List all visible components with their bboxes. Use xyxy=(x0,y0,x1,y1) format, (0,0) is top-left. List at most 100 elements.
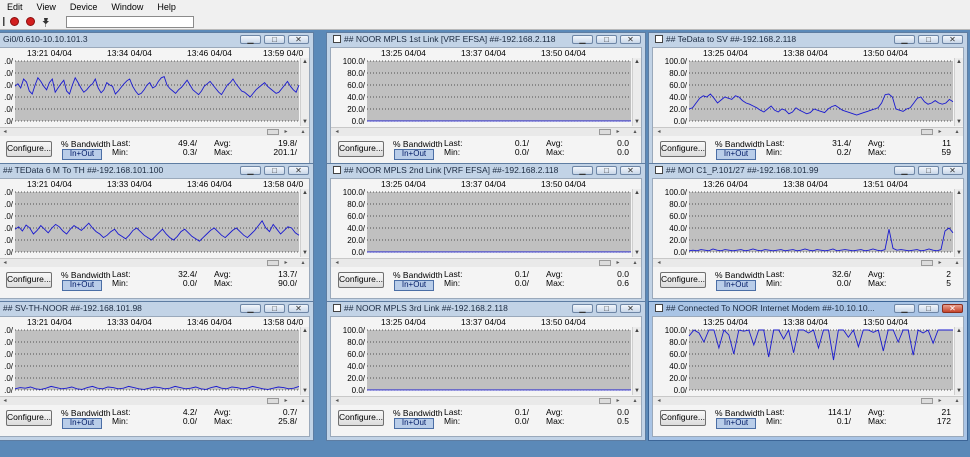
dot-red-icon[interactable] xyxy=(22,15,38,28)
minimize-button[interactable]: ▁ xyxy=(240,35,261,44)
title-bar[interactable]: ## NOOR MPLS 2nd Link [VRF EFSA] ##-192.… xyxy=(327,164,645,177)
scroll-up-icon[interactable]: ▴ xyxy=(953,397,961,405)
scroll-left-icon[interactable]: ◂ xyxy=(333,128,341,136)
scroll-thumb[interactable] xyxy=(267,398,279,404)
configure-button[interactable]: Configure... xyxy=(6,141,52,157)
maximize-button[interactable]: □ xyxy=(918,166,939,175)
scroll-thumb[interactable] xyxy=(267,129,279,135)
title-bar[interactable]: ## NOOR MPLS 1st Link [VRF EFSA] ##-192.… xyxy=(327,33,645,46)
scroll-thumb[interactable] xyxy=(267,260,279,266)
graph-window[interactable]: ## NOOR MPLS 3rd Link ##-192.168.2.118 ▁… xyxy=(326,301,646,441)
scroll-left-icon[interactable]: ◂ xyxy=(655,259,663,267)
graph-window[interactable]: ## SV-TH-NOOR ##-192.168.101.98 ▁ □ ✕ 13… xyxy=(0,301,314,441)
scroll-left-icon[interactable]: ◂ xyxy=(1,397,9,405)
menu-device[interactable]: Device xyxy=(63,0,105,14)
scroll-up-icon[interactable]: ▴ xyxy=(631,259,639,267)
graph-window[interactable]: ## Connected To NOOR Internet Modem ##-1… xyxy=(648,301,968,441)
scroll-up-icon[interactable]: ▴ xyxy=(953,128,961,136)
scroll-up-icon[interactable]: ▴ xyxy=(953,259,961,267)
scroll-thumb[interactable] xyxy=(921,129,933,135)
scroll-up-icon[interactable]: ▲ xyxy=(955,189,963,197)
horizontal-scrollbar[interactable]: ◂ ▸ ▴ xyxy=(653,396,963,405)
horizontal-scrollbar[interactable]: ◂ ▸ ▴ xyxy=(0,258,309,267)
scroll-down-icon[interactable]: ▼ xyxy=(633,387,641,395)
scroll-up-icon[interactable]: ▴ xyxy=(299,128,307,136)
scroll-up-icon[interactable]: ▴ xyxy=(631,397,639,405)
inout-button[interactable]: In+Out xyxy=(62,280,102,291)
maximize-button[interactable]: □ xyxy=(596,166,617,175)
configure-button[interactable]: Configure... xyxy=(660,410,706,426)
scroll-up-icon[interactable]: ▲ xyxy=(301,327,309,335)
scroll-up-icon[interactable]: ▴ xyxy=(299,397,307,405)
scroll-right-icon[interactable]: ▸ xyxy=(936,259,944,267)
minimize-button[interactable]: ▁ xyxy=(240,166,261,175)
scroll-right-icon[interactable]: ▸ xyxy=(614,259,622,267)
title-bar[interactable]: Gi0/0.610-10.10.101.3 ▁ □ ✕ xyxy=(0,33,313,46)
vertical-scrollbar[interactable]: ▲ ▼ xyxy=(954,189,963,257)
minimize-button[interactable]: ▁ xyxy=(572,35,593,44)
inout-button[interactable]: In+Out xyxy=(716,418,756,429)
menu-edit[interactable]: Edit xyxy=(0,0,30,14)
toolbar-search-input[interactable] xyxy=(66,15,194,28)
horizontal-scrollbar[interactable]: ◂ ▸ ▴ xyxy=(0,396,309,405)
horizontal-scrollbar[interactable]: ◂ ▸ ▴ xyxy=(653,127,963,136)
horizontal-scrollbar[interactable]: ◂ ▸ ▴ xyxy=(0,127,309,136)
scroll-right-icon[interactable]: ▸ xyxy=(936,397,944,405)
close-button[interactable]: ✕ xyxy=(288,166,309,175)
inout-button[interactable]: In+Out xyxy=(62,149,102,160)
scroll-thumb[interactable] xyxy=(921,398,933,404)
scroll-right-icon[interactable]: ▸ xyxy=(614,397,622,405)
scroll-right-icon[interactable]: ▸ xyxy=(282,397,290,405)
horizontal-scrollbar[interactable]: ◂ ▸ ▴ xyxy=(331,258,641,267)
scroll-down-icon[interactable]: ▼ xyxy=(301,249,309,257)
graph-window[interactable]: ## TEData 6 M To TH ##-192.168.101.100 ▁… xyxy=(0,163,314,303)
scroll-up-icon[interactable]: ▴ xyxy=(631,128,639,136)
minimize-button[interactable]: ▁ xyxy=(572,304,593,313)
scroll-thumb[interactable] xyxy=(599,260,611,266)
vertical-scrollbar[interactable]: ▲ ▼ xyxy=(632,327,641,395)
close-button[interactable]: ✕ xyxy=(620,166,641,175)
close-button[interactable]: ✕ xyxy=(288,304,309,313)
horizontal-scrollbar[interactable]: ◂ ▸ ▴ xyxy=(331,127,641,136)
minimize-button[interactable]: ▁ xyxy=(894,166,915,175)
title-bar[interactable]: ## NOOR MPLS 3rd Link ##-192.168.2.118 ▁… xyxy=(327,302,645,315)
maximize-button[interactable]: □ xyxy=(918,35,939,44)
pin-icon[interactable] xyxy=(38,15,54,28)
maximize-button[interactable]: □ xyxy=(264,166,285,175)
configure-button[interactable]: Configure... xyxy=(338,272,384,288)
title-bar[interactable]: ## SV-TH-NOOR ##-192.168.101.98 ▁ □ ✕ xyxy=(0,302,313,315)
scroll-down-icon[interactable]: ▼ xyxy=(955,249,963,257)
scroll-left-icon[interactable]: ◂ xyxy=(333,259,341,267)
graph-window[interactable]: Gi0/0.610-10.10.101.3 ▁ □ ✕ 13:21 04/04 1… xyxy=(0,32,314,172)
configure-button[interactable]: Configure... xyxy=(660,141,706,157)
scroll-left-icon[interactable]: ◂ xyxy=(655,397,663,405)
graph-window[interactable]: ## NOOR MPLS 1st Link [VRF EFSA] ##-192.… xyxy=(326,32,646,172)
scroll-thumb[interactable] xyxy=(599,398,611,404)
horizontal-scrollbar[interactable]: ◂ ▸ ▴ xyxy=(331,396,641,405)
close-button[interactable]: ✕ xyxy=(942,35,963,44)
scroll-up-icon[interactable]: ▲ xyxy=(955,58,963,66)
close-button[interactable]: ✕ xyxy=(942,304,963,313)
title-bar[interactable]: ## MOI C1_P.101/27 ##-192.168.101.99 ▁ □… xyxy=(649,164,967,177)
configure-button[interactable]: Configure... xyxy=(338,141,384,157)
scroll-down-icon[interactable]: ▼ xyxy=(955,387,963,395)
graph-window[interactable]: ## TeData to SV ##-192.168.2.118 ▁ □ ✕ 1… xyxy=(648,32,968,172)
vertical-scrollbar[interactable]: ▲ ▼ xyxy=(632,58,641,126)
record-icon[interactable] xyxy=(6,15,22,28)
configure-button[interactable]: Configure... xyxy=(6,410,52,426)
title-bar[interactable]: ## TEData 6 M To TH ##-192.168.101.100 ▁… xyxy=(0,164,313,177)
configure-button[interactable]: Configure... xyxy=(338,410,384,426)
maximize-button[interactable]: □ xyxy=(596,304,617,313)
vertical-scrollbar[interactable]: ▲ ▼ xyxy=(954,58,963,126)
menu-window[interactable]: Window xyxy=(104,0,150,14)
inout-button[interactable]: In+Out xyxy=(394,418,434,429)
close-button[interactable]: ✕ xyxy=(620,304,641,313)
scroll-up-icon[interactable]: ▴ xyxy=(299,259,307,267)
scroll-up-icon[interactable]: ▲ xyxy=(633,58,641,66)
close-button[interactable]: ✕ xyxy=(942,166,963,175)
vertical-scrollbar[interactable]: ▲ ▼ xyxy=(300,58,309,126)
minimize-button[interactable]: ▁ xyxy=(572,166,593,175)
graph-window[interactable]: ## MOI C1_P.101/27 ##-192.168.101.99 ▁ □… xyxy=(648,163,968,303)
scroll-up-icon[interactable]: ▲ xyxy=(301,189,309,197)
scroll-down-icon[interactable]: ▼ xyxy=(955,118,963,126)
